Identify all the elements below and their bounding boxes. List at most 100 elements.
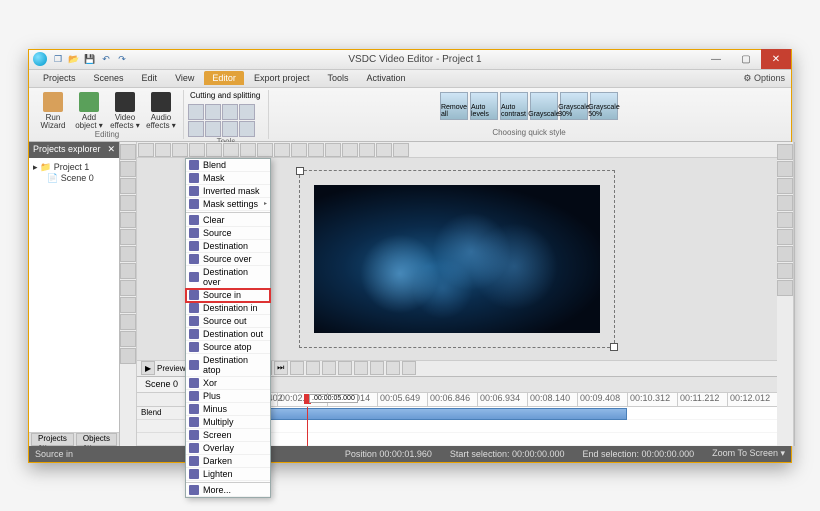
- vtool-icon[interactable]: [120, 246, 136, 262]
- ptool-icon[interactable]: [306, 361, 320, 375]
- vtool-icon[interactable]: [777, 161, 793, 177]
- qat-redo-icon[interactable]: ↷: [115, 52, 129, 66]
- style-auto-contrast[interactable]: Auto contrast: [500, 92, 528, 120]
- audio-effects-button[interactable]: Audio effects ▾: [143, 90, 179, 130]
- ptool-icon[interactable]: [386, 361, 400, 375]
- selection-box[interactable]: [299, 170, 615, 348]
- ctool-icon[interactable]: [172, 143, 188, 157]
- vtool-icon[interactable]: [120, 331, 136, 347]
- dropdown-item-mask[interactable]: Mask: [186, 172, 270, 185]
- dropdown-item-darken[interactable]: Darken: [186, 455, 270, 468]
- tool-icon[interactable]: [239, 121, 255, 137]
- vtool-icon[interactable]: [777, 178, 793, 194]
- playhead[interactable]: [307, 407, 308, 446]
- minimize-button[interactable]: —: [701, 49, 731, 69]
- menu-projects[interactable]: Projects: [35, 71, 84, 85]
- dropdown-item-lighten[interactable]: Lighten: [186, 468, 270, 481]
- dropdown-item-source-over[interactable]: Source over: [186, 253, 270, 266]
- qat-open-icon[interactable]: 📂: [67, 52, 81, 66]
- dropdown-item-screen[interactable]: Screen: [186, 429, 270, 442]
- timeline-clip[interactable]: video_1: [227, 408, 627, 420]
- dropdown-item-mask-settings[interactable]: Mask settings▸: [186, 198, 270, 211]
- qat-new-icon[interactable]: ❐: [51, 52, 65, 66]
- ptool-icon[interactable]: [354, 361, 368, 375]
- dropdown-item-inverted-mask[interactable]: Inverted mask: [186, 185, 270, 198]
- vtool-icon[interactable]: [777, 246, 793, 262]
- tool-icon[interactable]: [205, 104, 221, 120]
- vtool-icon[interactable]: [120, 195, 136, 211]
- ctool-icon[interactable]: [376, 143, 392, 157]
- vtool-icon[interactable]: [120, 212, 136, 228]
- ctool-icon[interactable]: [325, 143, 341, 157]
- vtool-icon[interactable]: [777, 212, 793, 228]
- ptool-icon[interactable]: [402, 361, 416, 375]
- ptool-icon[interactable]: [338, 361, 352, 375]
- ctool-icon[interactable]: [206, 143, 222, 157]
- run-wizard-button[interactable]: Run Wizard: [35, 90, 71, 130]
- style-grayscale-30[interactable]: Grayscale 30%: [560, 92, 588, 120]
- style-remove-all[interactable]: Remove all: [440, 92, 468, 120]
- ctool-icon[interactable]: [240, 143, 256, 157]
- dropdown-item-overlay[interactable]: Overlay: [186, 442, 270, 455]
- menu-editor[interactable]: Editor: [204, 71, 244, 85]
- play-icon[interactable]: ▶: [141, 361, 155, 375]
- vtool-icon[interactable]: [120, 144, 136, 160]
- vtool-icon[interactable]: [120, 178, 136, 194]
- ctool-icon[interactable]: [189, 143, 205, 157]
- style-grayscale[interactable]: Grayscale: [530, 92, 558, 120]
- menu-scenes[interactable]: Scenes: [86, 71, 132, 85]
- dropdown-item-more-[interactable]: More...: [186, 484, 270, 497]
- style-grayscale-50[interactable]: Grayscale 50%: [590, 92, 618, 120]
- dropdown-item-plus[interactable]: Plus: [186, 390, 270, 403]
- dropdown-item-destination-atop[interactable]: Destination atop: [186, 354, 270, 377]
- dropdown-item-minus[interactable]: Minus: [186, 403, 270, 416]
- vtool-icon[interactable]: [120, 297, 136, 313]
- tl-tab-scene0[interactable]: Scene 0: [137, 377, 187, 392]
- ctool-icon[interactable]: [359, 143, 375, 157]
- vtool-icon[interactable]: [120, 348, 136, 364]
- vtool-icon[interactable]: [120, 314, 136, 330]
- ctool-icon[interactable]: [223, 143, 239, 157]
- tab-objects-ex[interactable]: Objects ex...: [76, 433, 117, 446]
- tab-projects-ex[interactable]: Projects ex...: [31, 433, 74, 446]
- ctool-icon[interactable]: [155, 143, 171, 157]
- ctool-icon[interactable]: [291, 143, 307, 157]
- vtool-icon[interactable]: [777, 144, 793, 160]
- ctool-icon[interactable]: [274, 143, 290, 157]
- options-button[interactable]: ⚙ Options: [737, 71, 791, 86]
- status-zoom[interactable]: Zoom To Screen ▾: [712, 448, 785, 459]
- dropdown-item-source[interactable]: Source: [186, 227, 270, 240]
- dropdown-item-destination-over[interactable]: Destination over: [186, 266, 270, 289]
- vtool-icon[interactable]: [777, 263, 793, 279]
- vtool-icon[interactable]: [777, 280, 793, 296]
- ctool-icon[interactable]: [308, 143, 324, 157]
- vtool-icon[interactable]: [120, 263, 136, 279]
- project-tree[interactable]: ▸ 📁 Project 1 📄 Scene 0: [29, 158, 119, 432]
- goto-end-icon[interactable]: ⏭: [274, 361, 288, 375]
- maximize-button[interactable]: ▢: [731, 49, 761, 69]
- dropdown-item-source-in[interactable]: Source in: [186, 289, 270, 302]
- dropdown-item-source-atop[interactable]: Source atop: [186, 341, 270, 354]
- ptool-icon[interactable]: [370, 361, 384, 375]
- dropdown-item-xor[interactable]: Xor: [186, 377, 270, 390]
- vtool-icon[interactable]: [120, 280, 136, 296]
- ctool-icon[interactable]: [138, 143, 154, 157]
- panel-close-icon[interactable]: ✕: [107, 144, 115, 156]
- ctool-icon[interactable]: [342, 143, 358, 157]
- vtool-icon[interactable]: [120, 161, 136, 177]
- tool-icon[interactable]: [205, 121, 221, 137]
- ptool-icon[interactable]: [322, 361, 336, 375]
- menu-edit[interactable]: Edit: [134, 71, 166, 85]
- tool-icon[interactable]: [222, 121, 238, 137]
- video-effects-button[interactable]: Video effects ▾: [107, 90, 143, 130]
- track-area[interactable]: video_1 .00:00:05.000: [227, 407, 777, 446]
- ctool-icon[interactable]: [393, 143, 409, 157]
- cutting-splitting-button[interactable]: Cutting and splitting: [188, 90, 264, 101]
- menu-view[interactable]: View: [167, 71, 202, 85]
- ptool-icon[interactable]: [290, 361, 304, 375]
- qat-save-icon[interactable]: 💾: [83, 52, 97, 66]
- dropdown-item-clear[interactable]: Clear: [186, 214, 270, 227]
- add-object-button[interactable]: Add object ▾: [71, 90, 107, 130]
- style-auto-levels[interactable]: Auto levels: [470, 92, 498, 120]
- menu-activation[interactable]: Activation: [358, 71, 413, 85]
